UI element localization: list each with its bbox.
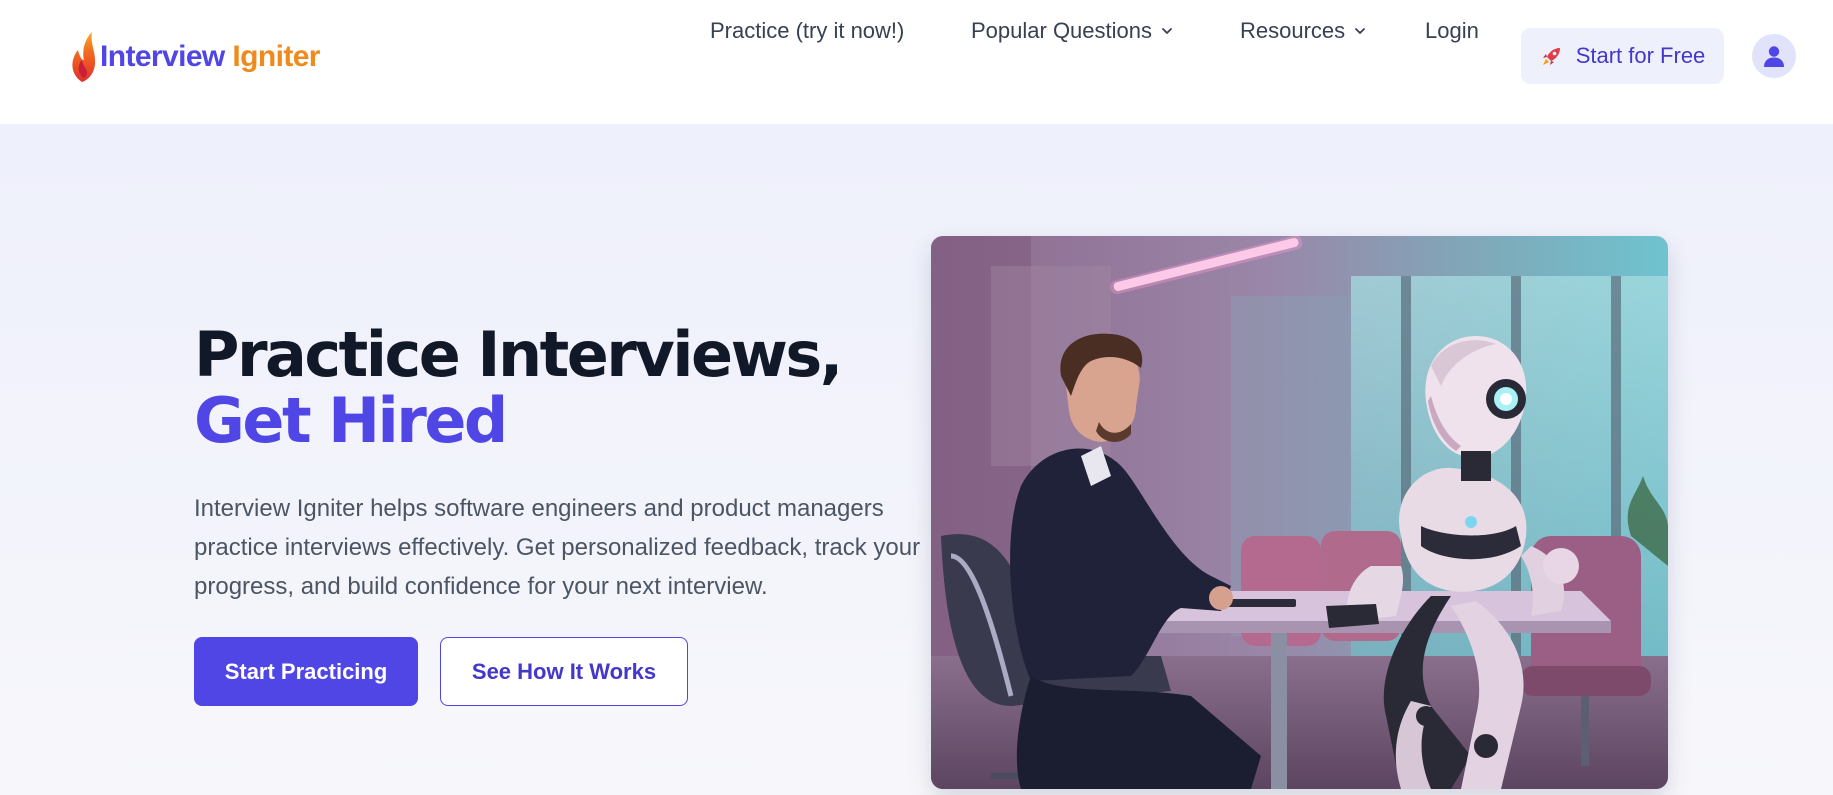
flame-icon [72,32,96,82]
start-for-free-label: Start for Free [1575,43,1706,68]
hero-section: Practice Interviews, Get Hired Interview… [0,124,1833,795]
hero-headline: Practice Interviews, Get Hired [194,322,934,454]
brand-logo[interactable]: Interview Igniter [68,30,320,84]
hero-headline-accent: Get Hired [194,384,508,457]
rocket-icon [1542,48,1560,65]
nav-practice-label: Practice (try it now!) [710,18,905,43]
nav-login-label: Login [1425,18,1479,43]
chevron-down-icon [1355,28,1366,34]
hero-headline-main: Practice Interviews, [194,318,843,391]
nav-login-link[interactable]: Login [1425,18,1479,44]
brand-name-part1: Interview [100,40,225,73]
brand-name: Interview Igniter [100,40,320,74]
nav-resources-label: Resources [1240,18,1346,43]
see-how-it-works-button[interactable]: See How It Works [440,637,688,706]
see-how-it-works-label: See How It Works [471,658,657,684]
start-practicing-label: Start Practicing [224,658,388,684]
nav-resources-dropdown[interactable]: Resources [1240,18,1367,44]
nav-practice-link[interactable]: Practice (try it now!) [710,18,904,44]
hero-description: Interview Igniter helps software enginee… [194,495,921,600]
start-for-free-button[interactable]: Start for Free [1521,28,1724,84]
interview-scene-image [931,236,1668,789]
chevron-down-icon [1162,28,1172,34]
brand-name-part2: Igniter [232,40,320,73]
site-header: Interview Igniter Practice (try it now!)… [0,0,1833,124]
hero-illustration [931,236,1668,789]
user-avatar-button[interactable] [1752,34,1796,78]
nav-popular-questions-label: Popular Questions [971,18,1152,43]
nav-popular-questions-dropdown[interactable]: Popular Questions [971,18,1174,44]
user-icon [1764,46,1784,67]
start-practicing-button[interactable]: Start Practicing [194,637,418,706]
